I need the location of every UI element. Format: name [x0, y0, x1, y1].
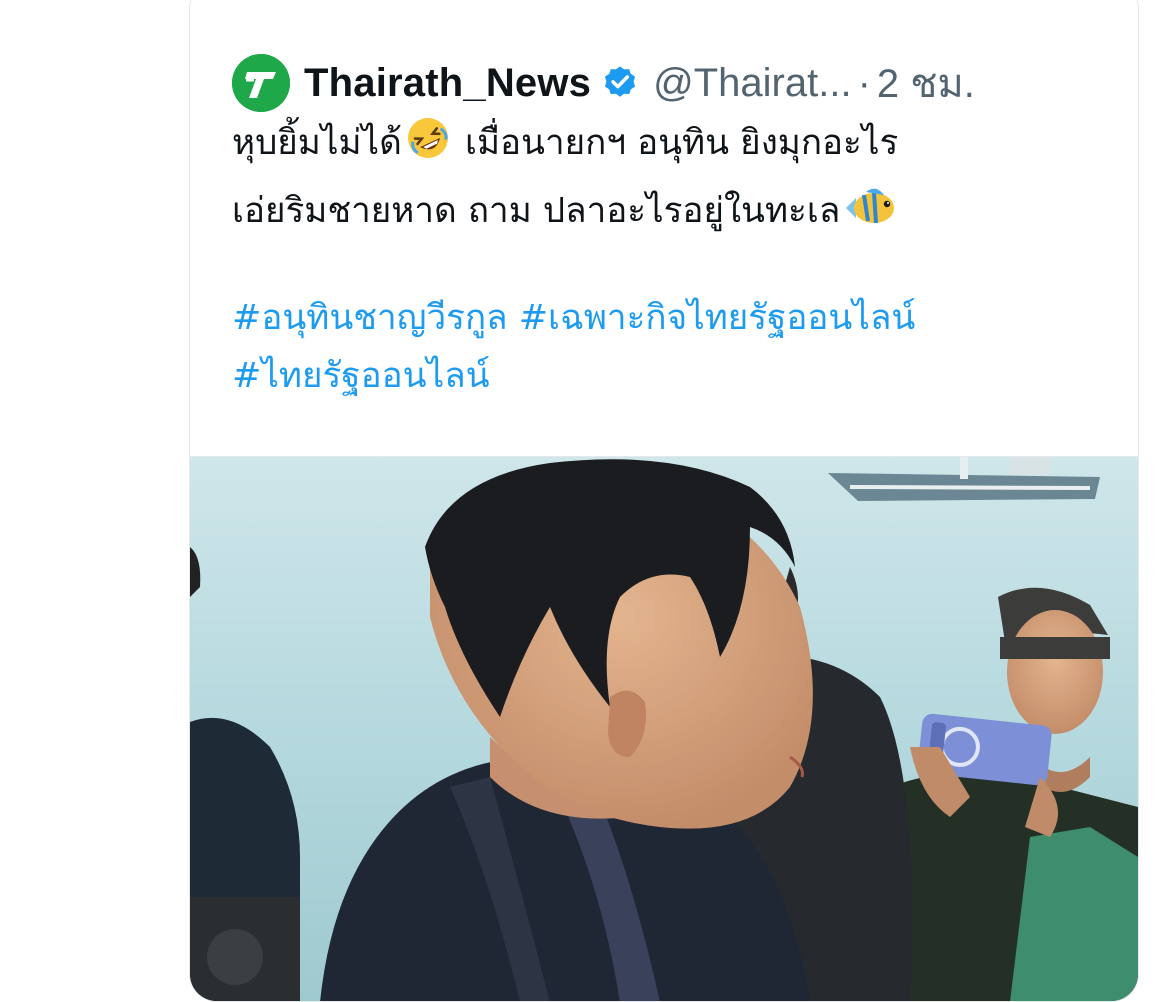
thairath-logo-icon	[232, 54, 290, 112]
tweet-header: Thairath_News @Thairat... · 2 ชม.	[232, 51, 975, 115]
user-handle[interactable]: @Thairat...	[653, 61, 851, 106]
avatar[interactable]	[232, 54, 290, 112]
hashtag-thairath-online[interactable]: #ไทยรัฐออนไลน์	[232, 356, 490, 396]
video-thumbnail-image	[190, 457, 1138, 1001]
timestamp[interactable]: 2 ชม.	[877, 51, 975, 115]
hashtag-thairath-special[interactable]: #เฉพาะกิจไทยรัฐออนไลน์	[519, 298, 916, 338]
hashtag-anutin[interactable]: #อนุทินชาญวีรกูล	[232, 298, 508, 338]
tweet-text-line-2: เอ่ยริมชายหาด ถาม ปลาอะไรอยู่ในทะเล	[232, 181, 1112, 249]
tweet-text-part-2: เมื่อนายกฯ อนุทิน ยิงมุกอะไร	[453, 123, 899, 163]
tropical-fish-icon	[842, 186, 902, 249]
header-separator: ·	[857, 60, 871, 105]
hashtags: #อนุทินชาญวีรกูล #เฉพาะกิจไทยรัฐออนไลน์ …	[232, 289, 1112, 405]
verified-badge-icon	[605, 66, 636, 97]
video-thumbnail[interactable]	[190, 456, 1138, 1001]
tweet-card[interactable]: Thairath_News @Thairat... · 2 ชม. หุบยิ้…	[189, 0, 1139, 1002]
tweet-text: หุบยิ้มไม่ได้ เมื่อนายกฯ อนุทิน ยิงมุกอะ…	[232, 113, 1112, 249]
rolling-on-floor-laughing-icon	[404, 114, 452, 181]
display-name[interactable]: Thairath_News	[304, 61, 591, 106]
tweet-text-line-1: หุบยิ้มไม่ได้ เมื่อนายกฯ อนุทิน ยิงมุกอะ…	[232, 113, 1112, 181]
tweet-text-part-3: เอ่ยริมชายหาด ถาม ปลาอะไรอยู่ในทะเล	[232, 191, 841, 231]
tweet-text-part-1: หุบยิ้มไม่ได้	[232, 123, 402, 163]
